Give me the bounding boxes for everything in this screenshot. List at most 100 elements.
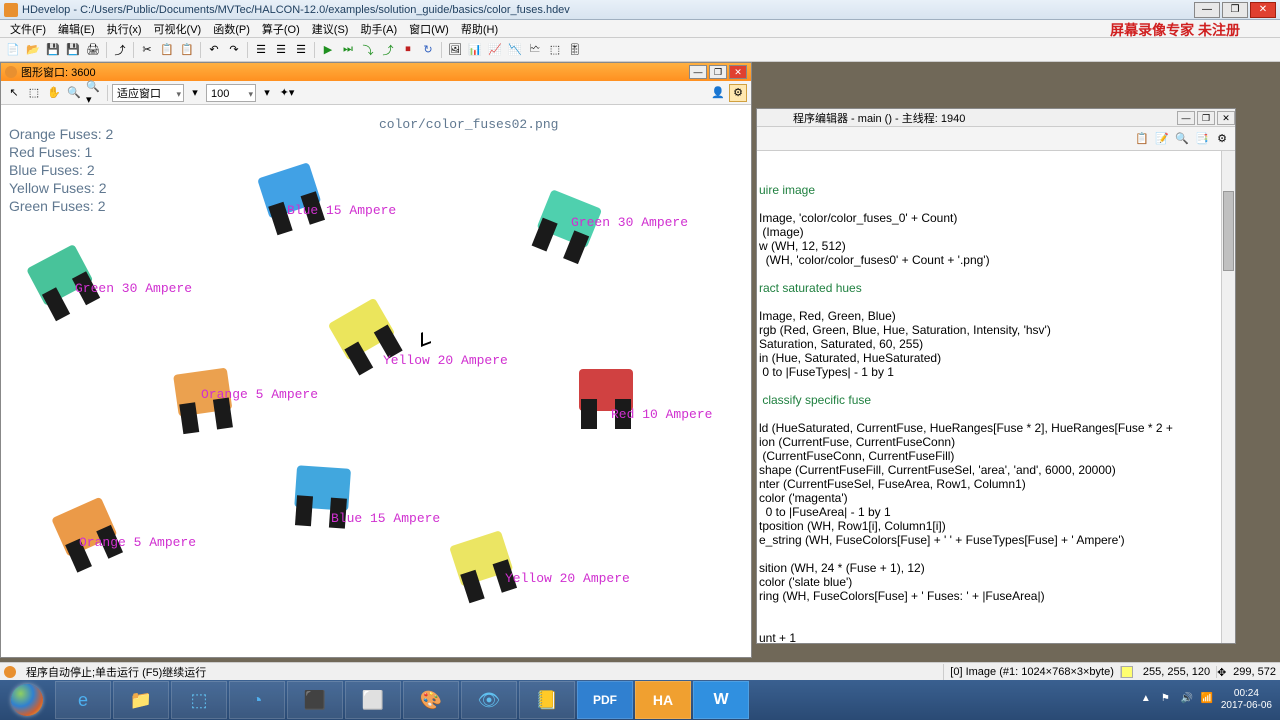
program-editor-titlebar[interactable]: 程序编辑器 - main () - 主线程: 1940 — ❐ ✕ xyxy=(757,109,1235,127)
tb-run-icon[interactable]: ▶ xyxy=(319,41,337,59)
tray-clock[interactable]: 00:24 2017-06-06 xyxy=(1221,688,1272,712)
tray-net2-icon[interactable]: 📶 xyxy=(1201,693,1215,707)
menu-assist[interactable]: 助手(A) xyxy=(354,21,403,37)
prog-tb3-icon[interactable]: 🔍 xyxy=(1173,130,1191,148)
gfx-zoom-icon[interactable]: 🔍 xyxy=(65,84,83,102)
code-line: ring (WH, FuseColors[Fuse] + ' Fuses: ' … xyxy=(757,589,1235,603)
gfx-hand-icon[interactable]: ✋ xyxy=(45,84,63,102)
red-fuse-1-label: Red 10 Ampere xyxy=(611,407,712,422)
gfx-minimize-button[interactable]: — xyxy=(689,65,707,79)
maximize-button[interactable]: ❐ xyxy=(1222,2,1248,18)
tb-print-icon[interactable]: 🖨 xyxy=(84,41,102,59)
gfx-clear-icon[interactable]: ✦▾ xyxy=(278,84,296,102)
menu-file[interactable]: 文件(F) xyxy=(4,21,52,37)
gfx-select-icon[interactable]: ⬚ xyxy=(25,84,43,102)
code-scrollbar-thumb[interactable] xyxy=(1223,191,1234,271)
tb-chart1-icon[interactable]: 📊 xyxy=(466,41,484,59)
system-tray[interactable]: ▲ ⚑ 🔊 📶 00:24 2017-06-06 xyxy=(1141,688,1280,712)
task-halcon[interactable]: HA xyxy=(635,681,691,719)
tb-copy-icon[interactable]: 📋 xyxy=(158,41,176,59)
prog-maximize-button[interactable]: ❐ xyxy=(1197,111,1215,125)
gfx-maximize-button[interactable]: ❐ xyxy=(709,65,727,79)
orange-fuse-1-label: Orange 5 Ampere xyxy=(201,387,318,402)
menu-window[interactable]: 窗口(W) xyxy=(403,21,455,37)
gfx-pointer-icon[interactable]: ↖ xyxy=(5,84,23,102)
tb-save-icon[interactable]: 💾 xyxy=(44,41,62,59)
start-button[interactable] xyxy=(0,680,54,720)
gfx-gear-icon[interactable]: ⚙ xyxy=(729,84,747,102)
close-button[interactable]: ✕ xyxy=(1250,2,1276,18)
tb-paste-icon[interactable]: 📋 xyxy=(178,41,196,59)
menu-proc[interactable]: 函数(P) xyxy=(207,21,256,37)
minimize-button[interactable]: — xyxy=(1194,2,1220,18)
tb-chart2-icon[interactable]: 📈 xyxy=(486,41,504,59)
task-pdf[interactable]: PDF xyxy=(577,681,633,719)
tb-chart5-icon[interactable]: ⬚ xyxy=(546,41,564,59)
tb-undo-icon[interactable]: ↶ xyxy=(205,41,223,59)
task-app3[interactable]: ⬛ xyxy=(287,681,343,719)
prog-close-button[interactable]: ✕ xyxy=(1217,111,1235,125)
prog-tb5-icon[interactable]: ⚙ xyxy=(1213,130,1231,148)
task-notes[interactable]: 📒 xyxy=(519,681,575,719)
tb-step-icon[interactable]: ⏭ xyxy=(339,41,357,59)
tb-export-icon[interactable]: ⤴ xyxy=(111,41,129,59)
gfx-dropdown-icon[interactable]: ▾ xyxy=(186,84,204,102)
task-wps[interactable]: W xyxy=(693,681,749,719)
status-image-info: [0] Image (#1: 1024×768×3×byte) xyxy=(944,666,1121,678)
task-recorder[interactable]: 👁 xyxy=(461,681,517,719)
code-line: color ('magenta') xyxy=(757,491,1235,505)
graphics-canvas[interactable]: color/color_fuses02.png Orange Fuses: 2R… xyxy=(1,105,751,657)
gfx-dropdown2-icon[interactable]: ▾ xyxy=(258,84,276,102)
code-line xyxy=(757,617,1235,631)
code-line: unt + 1 xyxy=(757,631,1235,643)
gfx-zoom2-icon[interactable]: 🔍▾ xyxy=(85,84,103,102)
tb-list2-icon[interactable]: ☰ xyxy=(272,41,290,59)
tb-list-icon[interactable]: ☰ xyxy=(252,41,270,59)
tb-cut-icon[interactable]: ✂ xyxy=(138,41,156,59)
gfx-zoom-combo[interactable]: 100 % xyxy=(206,84,256,102)
menu-edit[interactable]: 编辑(E) xyxy=(52,21,101,37)
tb-stop-icon[interactable]: ⏹ xyxy=(399,41,417,59)
code-line: w (WH, 12, 512) xyxy=(757,239,1235,253)
prog-tb2-icon[interactable]: 📝 xyxy=(1153,130,1171,148)
tb-open-icon[interactable]: 📂 xyxy=(24,41,42,59)
prog-tb4-icon[interactable]: 📑 xyxy=(1193,130,1211,148)
code-scrollbar[interactable] xyxy=(1221,151,1235,643)
code-line xyxy=(757,267,1235,281)
task-app1[interactable]: ⬚ xyxy=(171,681,227,719)
menu-suggest[interactable]: 建议(S) xyxy=(306,21,355,37)
code-area[interactable]: uire image Image, 'color/color_fuses_0' … xyxy=(757,151,1235,643)
tb-list3-icon[interactable]: ☰ xyxy=(292,41,310,59)
gfx-close-button[interactable]: ✕ xyxy=(729,65,747,79)
tb-reset-icon[interactable]: ↻ xyxy=(419,41,437,59)
tb-stepout-icon[interactable]: ⤴ xyxy=(379,41,397,59)
tb-stepinto-icon[interactable]: ⤵ xyxy=(359,41,377,59)
gfx-fit-combo[interactable]: 适应窗口 xyxy=(112,84,184,102)
code-line xyxy=(757,547,1235,561)
tb-redo-icon[interactable]: ↷ xyxy=(225,41,243,59)
tray-flag-icon[interactable]: ▲ xyxy=(1141,693,1155,707)
tb-tune-icon[interactable]: 🎚 xyxy=(566,41,584,59)
count-line: Orange Fuses: 2 xyxy=(9,125,113,143)
menu-visual[interactable]: 可视化(V) xyxy=(148,21,208,37)
blue-fuse-2-label: Blue 15 Ampere xyxy=(331,511,440,526)
tb-chart3-icon[interactable]: 📉 xyxy=(506,41,524,59)
tray-action-icon[interactable]: ⚑ xyxy=(1161,693,1175,707)
graphics-titlebar[interactable]: 图形窗口: 3600 — ❐ ✕ xyxy=(1,63,751,81)
task-paint[interactable]: 🎨 xyxy=(403,681,459,719)
task-ie[interactable]: e xyxy=(55,681,111,719)
tb-gfx-icon[interactable]: 🖼 xyxy=(446,41,464,59)
tb-new-icon[interactable]: 📄 xyxy=(4,41,22,59)
menu-help[interactable]: 帮助(H) xyxy=(455,21,504,37)
tray-net-icon[interactable]: 🔊 xyxy=(1181,693,1195,707)
prog-tb1-icon[interactable]: 📋 xyxy=(1133,130,1151,148)
prog-minimize-button[interactable]: — xyxy=(1177,111,1195,125)
menu-oper[interactable]: 算子(O) xyxy=(256,21,306,37)
tb-saveall-icon[interactable]: 💾 xyxy=(64,41,82,59)
gfx-person-icon[interactable]: 👤 xyxy=(709,84,727,102)
tb-chart4-icon[interactable]: 🗠 xyxy=(526,41,544,59)
task-app4[interactable]: ⬜ xyxy=(345,681,401,719)
menu-execute[interactable]: 执行(x) xyxy=(101,21,148,37)
task-app2[interactable]: ◔ xyxy=(229,681,285,719)
task-explorer[interactable]: 📁 xyxy=(113,681,169,719)
